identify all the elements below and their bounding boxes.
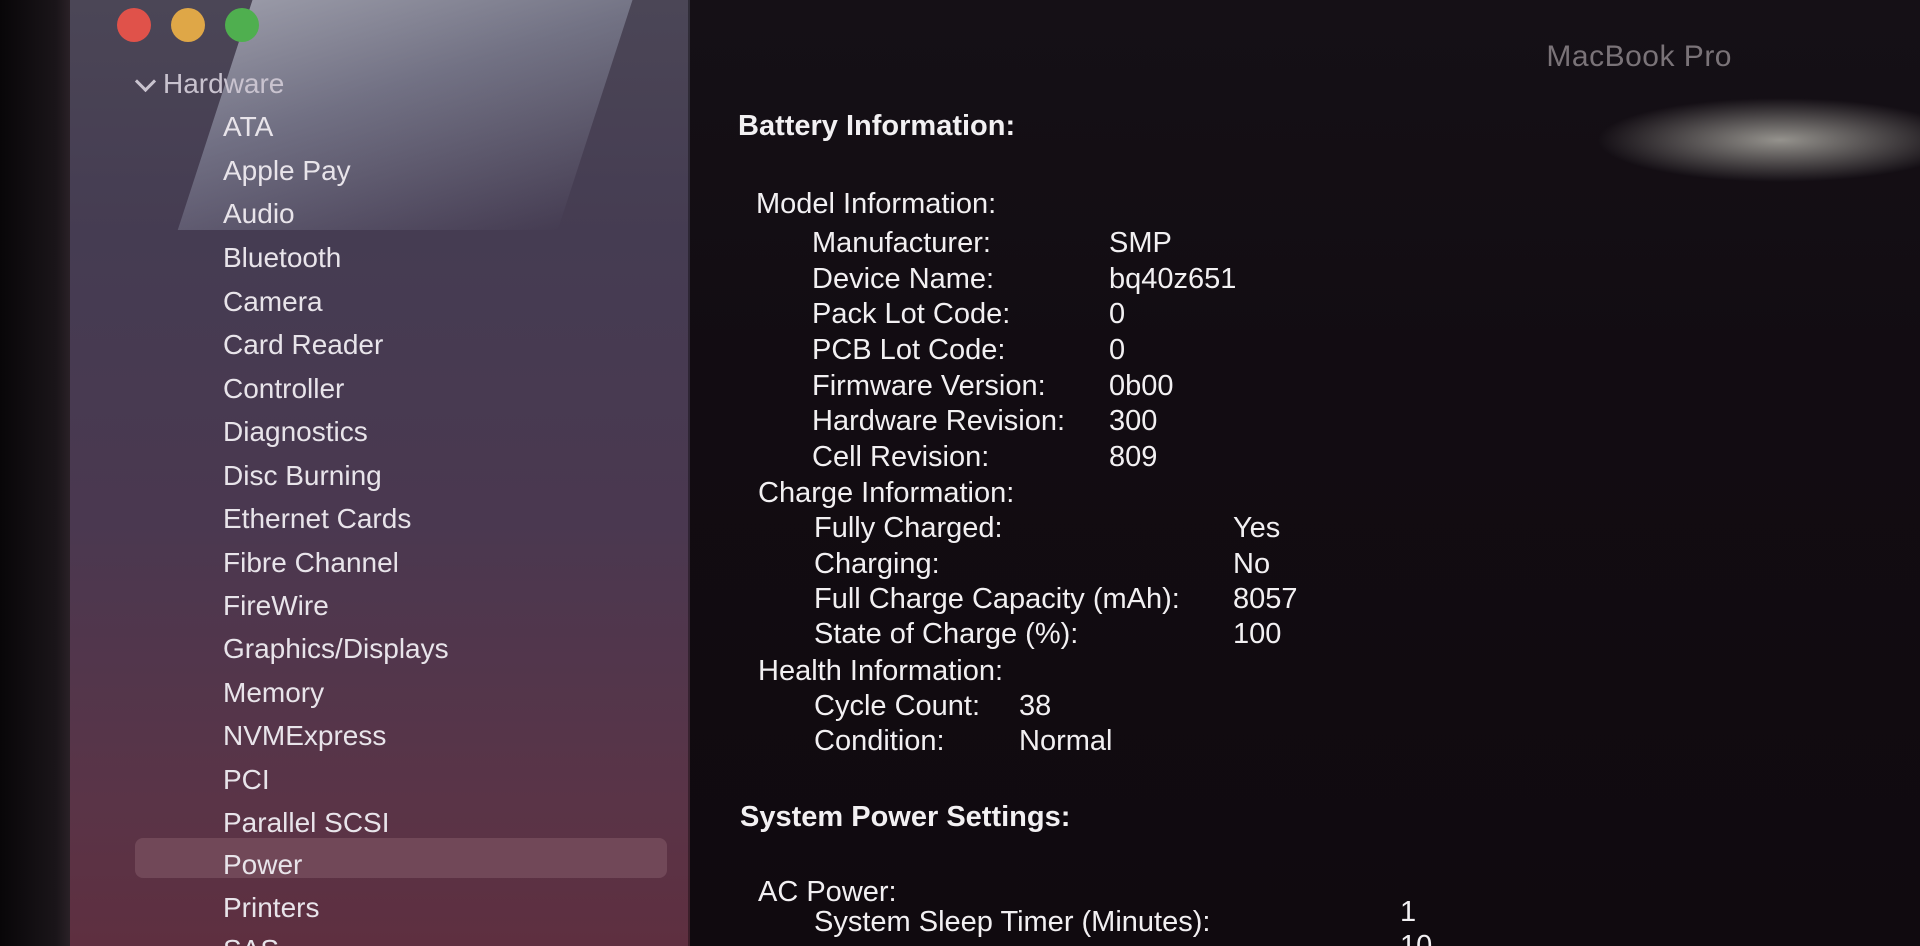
sidebar-item-card-reader[interactable]: Card Reader (223, 325, 383, 365)
sidebar-item-graphics-displays[interactable]: Graphics/Displays (223, 629, 449, 669)
sidebar-item-pci[interactable]: PCI (223, 760, 270, 800)
detail-pane: MacBook Pro Battery Information: Model I… (690, 0, 1920, 946)
sidebar-selection-highlight (135, 838, 667, 878)
sidebar-item-controller[interactable]: Controller (223, 369, 344, 409)
sidebar-item-fibre-channel[interactable]: Fibre Channel (223, 543, 399, 583)
firmware-version-label: Firmware Version: (812, 370, 1046, 402)
health-information-heading: Health Information: (758, 655, 1004, 687)
device-name-label: Device Name: (812, 263, 995, 295)
manufacturer-label: Manufacturer: (812, 227, 991, 259)
cell-revision-label: Cell Revision: (812, 441, 990, 473)
device-name-value: bq40z651 (1109, 263, 1237, 295)
pack-lot-code-label: Pack Lot Code: (812, 298, 1011, 330)
state-of-charge-value: 100 (1233, 618, 1282, 650)
device-label: MacBook Pro (1546, 40, 1732, 73)
sidebar-item-power[interactable]: Power (223, 845, 302, 885)
system-sleep-timer-value: 1 (1400, 896, 1417, 928)
sidebar-item-ethernet-cards[interactable]: Ethernet Cards (223, 499, 411, 539)
hardware-revision-value: 300 (1109, 405, 1158, 437)
firmware-version-value: 0b00 (1109, 370, 1174, 402)
fully-charged-label: Fully Charged: (814, 512, 1003, 544)
sidebar-section-hardware[interactable]: Hardware (134, 68, 285, 100)
battery-information-heading: Battery Information: (738, 110, 1016, 142)
sidebar-item-apple-pay[interactable]: Apple Pay (223, 151, 351, 191)
charging-value: No (1233, 548, 1271, 580)
manufacturer-value: SMP (1109, 227, 1172, 259)
disk-sleep-timer-value: 10 (1400, 930, 1433, 946)
sidebar-item-nvmexpress[interactable]: NVMExpress (223, 716, 386, 756)
sidebar-item-camera[interactable]: Camera (223, 282, 323, 322)
sidebar-item-ata[interactable]: ATA (223, 107, 273, 147)
full-charge-capacity-label: Full Charge Capacity (mAh): (814, 583, 1180, 615)
sidebar-item-printers[interactable]: Printers (223, 888, 319, 928)
pcb-lot-code-value: 0 (1109, 334, 1126, 366)
sidebar-item-diagnostics[interactable]: Diagnostics (223, 412, 368, 452)
system-power-settings-heading: System Power Settings: (740, 801, 1071, 833)
sidebar-item-sas[interactable]: SAS (223, 930, 279, 946)
sidebar-item-memory[interactable]: Memory (223, 673, 324, 713)
cycle-count-value: 38 (1019, 690, 1052, 722)
cycle-count-label: Cycle Count: (814, 690, 981, 722)
sidebar-item-disc-burning[interactable]: Disc Burning (223, 456, 382, 496)
pcb-lot-code-label: PCB Lot Code: (812, 334, 1006, 366)
sidebar-item-firewire[interactable]: FireWire (223, 586, 329, 626)
model-information-heading: Model Information: (756, 188, 997, 220)
state-of-charge-label: State of Charge (%): (814, 618, 1079, 650)
sidebar-section-label: Hardware (163, 68, 285, 99)
hardware-revision-label: Hardware Revision: (812, 405, 1066, 437)
chevron-down-icon (134, 70, 157, 92)
cell-revision-value: 809 (1109, 441, 1158, 473)
screen: Hardware ATA Apple Pay Audio Bluetooth C… (0, 0, 1920, 946)
charge-information-heading: Charge Information: (758, 477, 1015, 509)
full-charge-capacity-value: 8057 (1233, 583, 1298, 615)
condition-label: Condition: (814, 725, 945, 757)
charging-label: Charging: (814, 548, 940, 580)
pack-lot-code-value: 0 (1109, 298, 1126, 330)
condition-value: Normal (1019, 725, 1113, 757)
system-sleep-timer-label: System Sleep Timer (Minutes): (814, 906, 1211, 938)
sidebar-item-bluetooth[interactable]: Bluetooth (223, 238, 341, 278)
sidebar-list: Hardware ATA Apple Pay Audio Bluetooth C… (0, 0, 667, 946)
ac-power-heading: AC Power: (758, 876, 897, 908)
sidebar-item-audio[interactable]: Audio (223, 194, 295, 234)
fully-charged-value: Yes (1233, 512, 1281, 544)
sidebar-item-parallel-scsi[interactable]: Parallel SCSI (223, 803, 390, 843)
